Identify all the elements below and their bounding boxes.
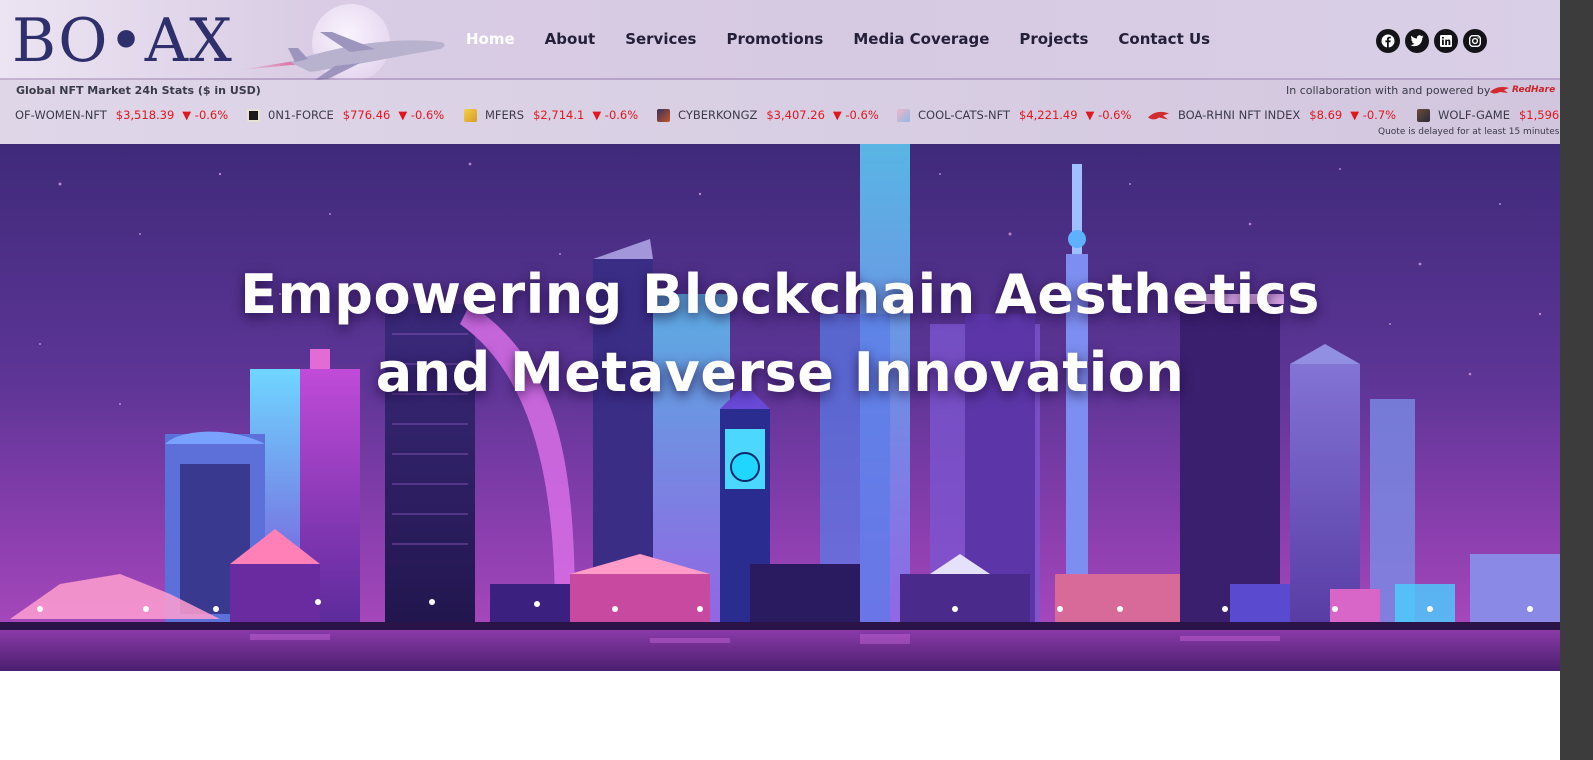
ticker-item-change: ▼ -0.6% xyxy=(182,108,229,122)
ticker-item[interactable]: BOA-RHNI NFT INDEX $8.69 ▼ -0.7% xyxy=(1148,108,1396,122)
ticker-item[interactable]: MFERS $2,714.1 ▼ -0.6% xyxy=(464,108,638,122)
hero-banner: Empowering Blockchain Aesthetics and Met… xyxy=(0,144,1560,671)
cyberkongz-icon xyxy=(657,108,670,122)
redhare-icon xyxy=(1490,87,1509,94)
ticker-row: OF-WOMEN-NFT $3,518.39 ▼ -0.6% 0N1-FORCE… xyxy=(15,108,1560,126)
ticker-item-change: ▼ -0.6% xyxy=(592,108,639,122)
ticker-item-price: $2,714.1 xyxy=(533,108,585,122)
ticker-item-change: ▼ -0.6% xyxy=(398,108,445,122)
redhare-icon xyxy=(1148,111,1169,119)
nav-home[interactable]: Home xyxy=(466,30,515,48)
ticker-item-change: ▼ -0.7% xyxy=(1350,108,1397,122)
ticker-item-price: $1,596.4 xyxy=(1518,108,1560,122)
nft-ticker: Global NFT Market 24h Stats ($ in USD) I… xyxy=(0,80,1560,144)
ticker-item-change: ▼ -0.6% xyxy=(832,108,879,122)
browser-viewport: BO•AX Home About Services Promotions Med… xyxy=(0,0,1560,760)
hero-title-line-1: Empowering Blockchain Aesthetics xyxy=(240,263,1320,326)
ticker-item-price: $776.46 xyxy=(342,108,391,122)
ticker-item-name: MFERS xyxy=(485,108,525,122)
main-nav: Home About Services Promotions Media Cov… xyxy=(466,30,1240,48)
collab-text: In collaboration with and powered by xyxy=(1286,84,1491,97)
site-header: BO•AX Home About Services Promotions Med… xyxy=(0,0,1560,82)
ticker-item-name: COOL-CATS-NFT xyxy=(918,108,1011,122)
ticker-item[interactable]: COOL-CATS-NFT $4,221.49 ▼ -0.6% xyxy=(897,108,1131,122)
ticker-item-name: BOA-RHNI NFT INDEX xyxy=(1178,108,1301,122)
linkedin-icon[interactable] xyxy=(1434,29,1458,53)
ticker-item-name: 0N1-FORCE xyxy=(268,108,334,122)
nav-contact-us[interactable]: Contact Us xyxy=(1118,30,1210,48)
ticker-item-price: $3,407.26 xyxy=(766,108,825,122)
ticker-item[interactable]: OF-WOMEN-NFT $3,518.39 ▼ -0.6% xyxy=(15,108,228,122)
nav-services[interactable]: Services xyxy=(625,30,696,48)
below-hero-section xyxy=(0,671,1560,760)
hero-title-line-2: and Metaverse Innovation xyxy=(375,341,1185,404)
redhare-logo[interactable]: RedHare xyxy=(1490,85,1555,95)
nav-projects[interactable]: Projects xyxy=(1019,30,1088,48)
ticker-item-name: WOLF-GAME xyxy=(1438,108,1510,122)
delay-note: Quote is delayed for at least 15 minutes xyxy=(1378,127,1560,137)
ticker-item[interactable]: 0N1-FORCE $776.46 ▼ -0.6% xyxy=(247,108,444,122)
nav-media-coverage[interactable]: Media Coverage xyxy=(853,30,989,48)
ticker-item-change: ▼ -0.6% xyxy=(1085,108,1132,122)
twitter-icon[interactable] xyxy=(1405,29,1429,53)
ticker-item-price: $3,518.39 xyxy=(115,108,175,122)
cool-cats-icon xyxy=(897,108,910,122)
nav-about[interactable]: About xyxy=(545,30,596,48)
ticker-item[interactable]: CYBERKONGZ $3,407.26 ▼ -0.6% xyxy=(657,108,879,122)
mfers-icon xyxy=(464,108,477,122)
scrollbar[interactable] xyxy=(1560,0,1593,760)
redhare-label: RedHare xyxy=(1512,85,1556,95)
ticker-item-name: OF-WOMEN-NFT xyxy=(15,108,107,122)
social-links xyxy=(1376,29,1492,53)
ticker-item-price: $8.69 xyxy=(1309,108,1343,122)
onforce-icon xyxy=(247,108,260,122)
hero-title: Empowering Blockchain Aesthetics and Met… xyxy=(230,256,1330,412)
facebook-icon[interactable] xyxy=(1376,29,1400,53)
ticker-title: Global NFT Market 24h Stats ($ in USD) xyxy=(16,84,261,97)
airplane-icon xyxy=(240,32,445,80)
wolf-game-icon xyxy=(1417,108,1430,122)
ticker-item[interactable]: WOLF-GAME $1,596.4 xyxy=(1417,108,1560,122)
ticker-item-name: CYBERKONGZ xyxy=(678,108,758,122)
site-logo[interactable]: BO•AX xyxy=(12,6,233,76)
instagram-icon[interactable] xyxy=(1463,29,1487,53)
ticker-item-price: $4,221.49 xyxy=(1019,108,1078,122)
nav-promotions[interactable]: Promotions xyxy=(726,30,823,48)
